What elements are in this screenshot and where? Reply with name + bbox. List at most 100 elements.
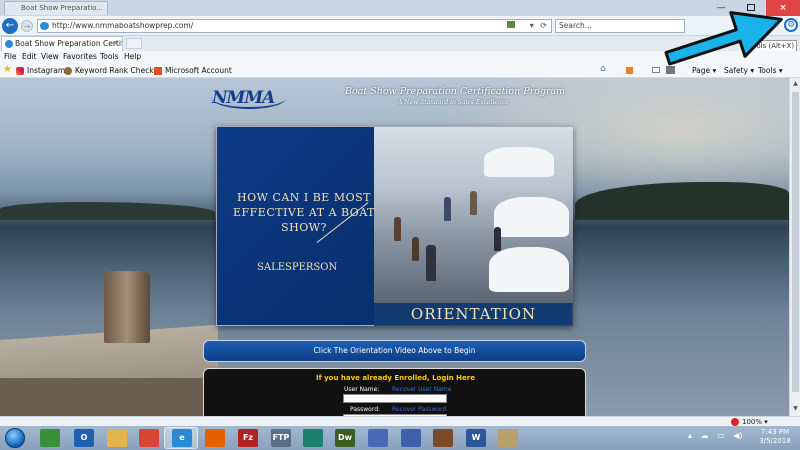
volume-icon[interactable]: ◀): [733, 431, 742, 440]
favorites-star-icon-toolbar[interactable]: ☆: [771, 19, 780, 30]
cloud-icon[interactable]: ☁: [701, 431, 709, 440]
background-tab[interactable]: Boat Show Preparatio...: [4, 1, 108, 15]
taskbar-app-blue-2-icon[interactable]: [401, 429, 421, 447]
username-label: User Name:: [344, 386, 380, 393]
tab-close-button[interactable]: ×: [113, 37, 119, 50]
forward-arrow-icon: →: [23, 22, 31, 31]
username-input[interactable]: [343, 394, 447, 403]
active-tab-title: Boat Show Preparation Certif...: [15, 39, 123, 48]
boat-shape: [494, 197, 569, 237]
instagram-icon: [16, 67, 24, 75]
taskbar-excel-like-icon[interactable]: [40, 429, 60, 447]
taskbar-app-misc-icon[interactable]: [498, 429, 518, 447]
video-question: How can I be most effective at a boat sh…: [233, 191, 375, 234]
tab-favicon-icon: [5, 40, 13, 48]
dock-edge: [0, 378, 218, 416]
favorite-microsoft-label: Microsoft Account: [165, 66, 232, 75]
menu-edit[interactable]: Edit: [22, 51, 37, 63]
orientation-label: Orientation: [374, 303, 573, 326]
office-icon: [154, 67, 162, 75]
recover-password-link[interactable]: Recover Password: [392, 406, 446, 413]
forward-button[interactable]: →: [21, 20, 33, 32]
page-icon: [40, 22, 49, 30]
person-shape: [394, 217, 401, 241]
clock[interactable]: 7:43 PM 3/5/2018: [753, 428, 797, 446]
taskbar-dreamweaver-icon[interactable]: Dw: [335, 429, 355, 447]
scroll-up-icon[interactable]: ▲: [791, 79, 800, 89]
show-hidden-icons-icon[interactable]: ▴: [688, 431, 692, 440]
favorite-microsoft-account[interactable]: Microsoft Account: [154, 64, 232, 77]
menu-tools[interactable]: Tools: [100, 51, 118, 63]
taskbar-internet-explorer-icon[interactable]: e: [172, 429, 192, 447]
annotation-arrow: [664, 11, 783, 66]
treeline-left: [0, 202, 215, 220]
back-button[interactable]: ←: [2, 18, 18, 34]
url-tools: ▾ ⟳: [507, 20, 547, 32]
recover-username-link[interactable]: Recover User Name: [392, 386, 451, 393]
compatibility-icon[interactable]: [507, 21, 516, 28]
program-tagline: A New Standard in Sales Excellence: [398, 99, 509, 106]
taskbar-firefox-icon[interactable]: [205, 429, 225, 447]
url-input[interactable]: http://www.nmmaboatshowprep.com/ ▾ ⟳: [37, 19, 552, 33]
boat-shape: [484, 147, 554, 177]
new-tab-button[interactable]: [126, 38, 142, 49]
taskbar-library-icon[interactable]: [433, 429, 453, 447]
person-shape: [494, 227, 501, 251]
back-arrow-icon: ←: [5, 20, 15, 31]
menu-help[interactable]: Help: [124, 51, 141, 63]
nmma-logo[interactable]: NMMA: [212, 87, 286, 109]
screen: Boat Show Preparatio... — × ← → http://w…: [0, 0, 800, 450]
favorites-star-icon[interactable]: ★: [3, 64, 12, 75]
url-text: http://www.nmmaboatshowprep.com/: [52, 21, 194, 30]
clock-date: 3/5/2018: [759, 437, 791, 445]
taskbar: Oe Fz FTP Dw W ▴ ☁ ▭ ◀) 7:43 PM 3/5/2018: [0, 426, 800, 450]
boat-show-photo: [374, 127, 573, 303]
program-title: Boat Show Preparation Certification Prog…: [345, 86, 566, 97]
favorite-instagram-label: Instagram: [27, 66, 66, 75]
mail-icon[interactable]: [652, 67, 660, 73]
start-button[interactable]: [5, 428, 25, 448]
orientation-video[interactable]: How can I be most effective at a boat sh…: [216, 126, 573, 326]
taskbar-filezilla-icon[interactable]: Fz: [238, 429, 258, 447]
person-shape: [426, 245, 436, 281]
home-icon[interactable]: ⌂: [600, 64, 606, 74]
person-shape: [470, 191, 477, 215]
taskbar-file-explorer-icon[interactable]: [107, 429, 127, 447]
web-page: NMMA Boat Show Preparation Certification…: [0, 78, 789, 416]
boat-shape: [489, 247, 569, 292]
menu-view[interactable]: View: [41, 51, 59, 63]
taskbar-chrome-icon[interactable]: [139, 429, 159, 447]
dock-piling: [104, 271, 150, 343]
person-shape: [412, 237, 419, 261]
favorite-keyword-label: Keyword Rank Checker: [75, 66, 162, 75]
system-tray: ▴ ☁ ▭ ◀): [688, 431, 743, 440]
gear-icon[interactable]: ⚙: [784, 18, 798, 32]
taskbar-app-blue-1-icon[interactable]: [368, 429, 388, 447]
menu-favorites[interactable]: Favorites: [63, 51, 97, 63]
scroll-thumb[interactable]: [792, 92, 799, 392]
refresh-icon[interactable]: ⟳: [540, 21, 547, 30]
taskbar-ftp-client-icon[interactable]: FTP: [271, 429, 291, 447]
keyword-tool-icon: [64, 67, 72, 75]
begin-banner[interactable]: Click The Orientation Video Above to Beg…: [203, 340, 586, 362]
active-tab[interactable]: Boat Show Preparation Certif... ×: [1, 36, 123, 51]
taskbar-publisher-like-icon[interactable]: [303, 429, 323, 447]
person-shape: [444, 197, 451, 221]
taskbar-word-icon[interactable]: W: [466, 429, 486, 447]
print-icon[interactable]: [666, 66, 675, 74]
search-placeholder: Search...: [559, 21, 592, 30]
favorite-instagram[interactable]: Instagram: [16, 64, 65, 77]
salesperson-label: Salesperson: [257, 262, 338, 273]
clock-time: 7:43 PM: [760, 428, 790, 436]
login-heading: If you have already Enrolled, Login Here: [316, 374, 475, 382]
dropdown-icon[interactable]: ▾: [530, 21, 534, 30]
taskbar-outlook-icon[interactable]: O: [74, 429, 94, 447]
vertical-scrollbar[interactable]: ▲ ▼: [789, 78, 800, 416]
scroll-down-icon[interactable]: ▼: [791, 404, 800, 414]
protected-mode-icon: [731, 418, 739, 426]
network-icon[interactable]: ▭: [717, 431, 725, 440]
menu-file[interactable]: File: [4, 51, 17, 63]
feeds-icon[interactable]: [626, 67, 633, 74]
favorite-keyword-rank-checker[interactable]: Keyword Rank Checker: [64, 64, 161, 77]
password-label: Password:: [350, 406, 381, 413]
